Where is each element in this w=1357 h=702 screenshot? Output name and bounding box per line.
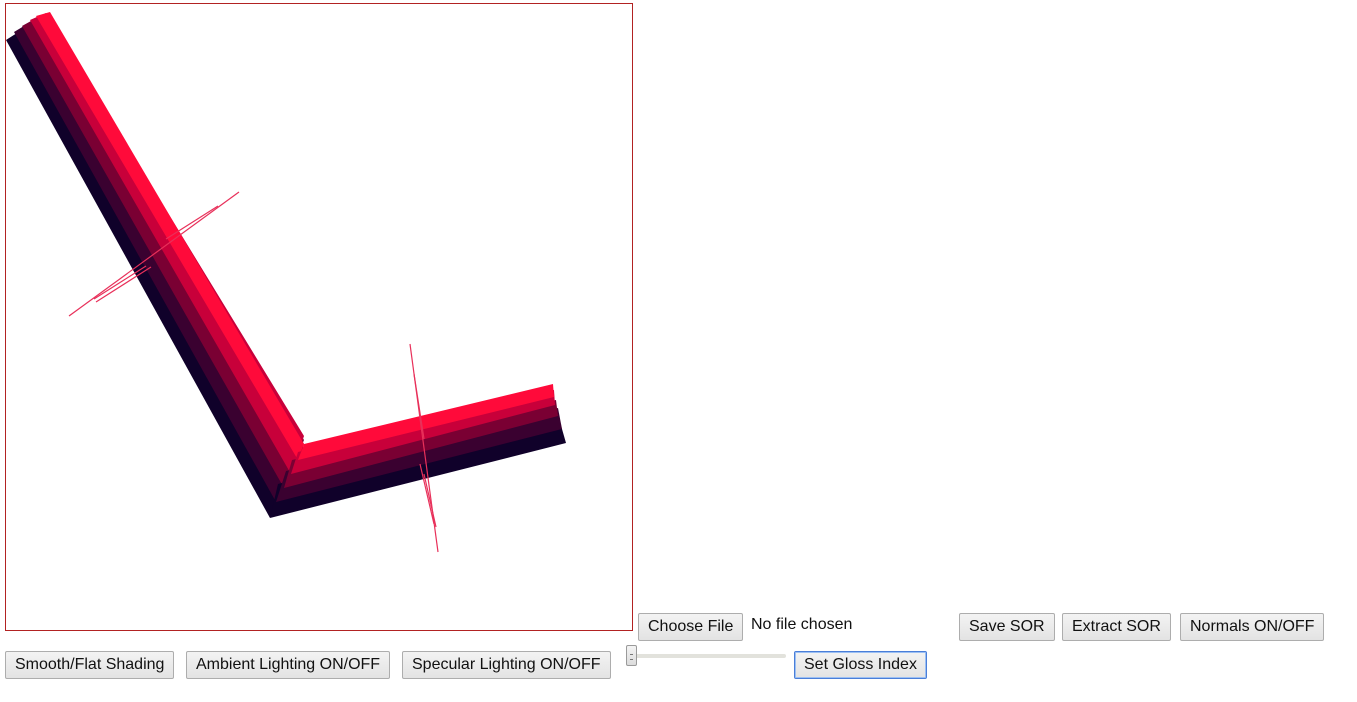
gloss-slider-track[interactable] — [634, 654, 786, 658]
shading-toggle-button[interactable]: Smooth/Flat Shading — [5, 651, 175, 679]
set-gloss-index-button[interactable]: Set Gloss Index — [794, 651, 927, 679]
sor-model-arm-long — [6, 12, 304, 518]
gloss-slider[interactable] — [626, 645, 788, 669]
normal-line — [165, 205, 219, 240]
band-mid — [30, 13, 304, 474]
normals-toggle-button[interactable]: Normals ON/OFF — [1180, 613, 1325, 641]
save-sor-button[interactable]: Save SOR — [959, 613, 1055, 641]
extract-sor-button[interactable]: Extract SOR — [1062, 613, 1171, 641]
normal-line — [93, 265, 147, 300]
specular-lighting-toggle-button[interactable]: Specular Lighting ON/OFF — [402, 651, 611, 679]
choose-file-button[interactable]: Choose File — [638, 613, 744, 641]
file-status-text: No file chosen — [751, 616, 853, 633]
sor-model-render — [6, 12, 566, 553]
render-canvas[interactable] — [5, 3, 633, 631]
gloss-slider-thumb[interactable] — [626, 645, 637, 666]
ambient-lighting-toggle-button[interactable]: Ambient Lighting ON/OFF — [186, 651, 391, 679]
normal-line — [423, 473, 437, 528]
